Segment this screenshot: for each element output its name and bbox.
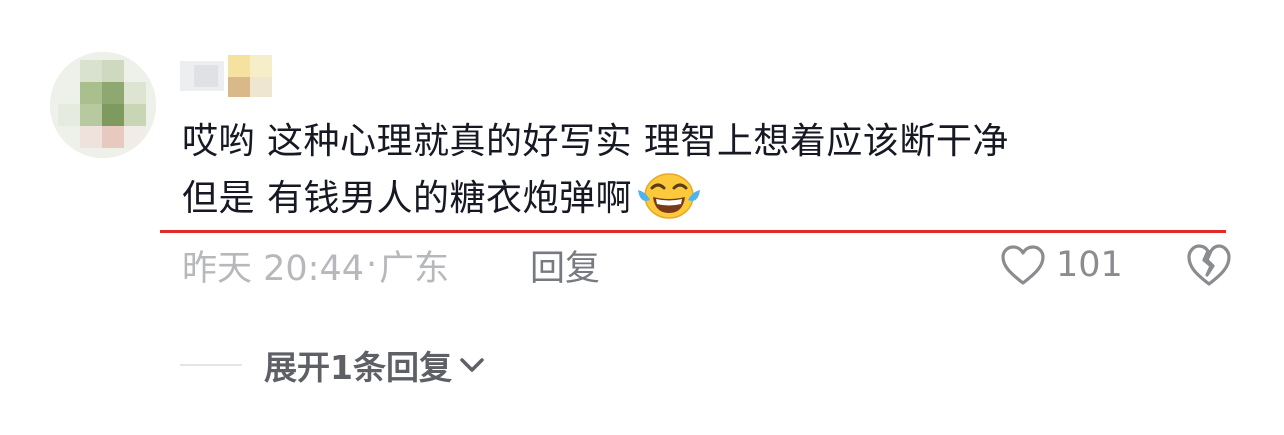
comment-meta: 昨天 20:44 · 广东 — [182, 240, 449, 290]
comment-line-1: 哎哟 这种心理就真的好写实 理智上想着应该断干净 — [182, 121, 1009, 162]
expand-replies-button[interactable]: 展开1条回复 — [264, 341, 486, 389]
comment-line-2-text: 但是 有钱男人的糖衣炮弹啊 — [182, 178, 632, 219]
like-count: 101 — [1056, 245, 1123, 285]
comment-text: 哎哟 这种心理就真的好写实 理智上想着应该断干净 但是 有钱男人的糖衣炮弹啊 — [182, 113, 1242, 227]
comment-line-2: 但是 有钱男人的糖衣炮弹啊 — [182, 170, 1242, 227]
location: 广东 — [379, 248, 450, 289]
laughing-with-tears-emoji — [637, 173, 700, 219]
broken-heart-icon[interactable] — [1186, 243, 1232, 287]
meta-separator: · — [366, 245, 378, 285]
chevron-down-icon — [460, 358, 484, 372]
expand-replies-row: 展开1条回复 — [180, 340, 486, 390]
reply-label: 回复 — [530, 248, 601, 289]
timestamp: 昨天 20:44 — [182, 248, 364, 289]
heart-outline-icon — [1001, 245, 1045, 285]
like-button[interactable]: 101 — [1000, 240, 1123, 290]
comment-item: 哎哟 这种心理就真的好写实 理智上想着应该断干净 但是 有钱男人的糖衣炮弹啊 昨… — [0, 0, 1284, 435]
divider — [180, 364, 242, 366]
avatar[interactable] — [50, 52, 156, 158]
reply-button[interactable]: 回复 — [530, 240, 600, 290]
username[interactable] — [180, 55, 276, 97]
expand-label: 展开1条回复 — [264, 348, 452, 387]
highlight-underline — [160, 230, 1226, 233]
